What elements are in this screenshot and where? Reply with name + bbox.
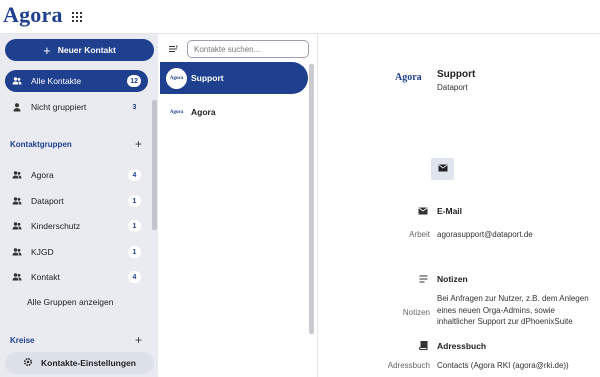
list-scrollbar[interactable] <box>309 64 314 334</box>
gear-icon <box>23 357 33 369</box>
contact-detail-panel: Agora Support Dataport E-Mail Arbeit ago… <box>318 34 600 377</box>
contact-avatar-logo: Agora <box>395 72 422 83</box>
new-contact-label: Neuer Kontakt <box>57 45 116 55</box>
app-header: Agora <box>0 0 600 34</box>
notes-section-title: Notizen <box>437 274 468 284</box>
group-icon <box>12 76 22 86</box>
sidebar-item-label: KJGD <box>31 247 54 257</box>
sidebar-item-label: Nicht gruppiert <box>31 102 87 112</box>
book-icon <box>418 341 428 351</box>
count-badge: 4 <box>128 271 141 283</box>
contact-list-item[interactable]: Agora Support <box>160 62 308 94</box>
group-icon <box>12 170 22 180</box>
count-badge: 3 <box>132 103 137 111</box>
app-logo[interactable]: Agora <box>3 2 63 28</box>
mail-icon <box>418 206 428 216</box>
contact-list-panel: Agora Support Agora Agora <box>158 34 318 377</box>
add-circle-icon[interactable]: + <box>135 333 142 347</box>
settings-label: Kontakte-Einstellungen <box>41 358 136 368</box>
sidebar-item-group[interactable]: Kontakt 4 <box>5 266 148 288</box>
toggle-list-icon[interactable] <box>168 44 178 54</box>
mail-icon <box>438 164 448 174</box>
group-icon <box>12 272 22 282</box>
count-badge: 1 <box>128 246 141 258</box>
count-badge: 1 <box>128 195 141 207</box>
sidebar-item-label: Kontakt <box>31 272 60 282</box>
search-input[interactable] <box>187 40 309 58</box>
send-email-button[interactable] <box>431 158 454 180</box>
new-contact-button[interactable]: + Neuer Kontakt <box>5 39 154 61</box>
group-icon <box>12 221 22 231</box>
sidebar: + Neuer Kontakt Alle Kontakte 12 Nicht g… <box>0 34 158 377</box>
plus-icon: + <box>43 42 51 58</box>
contact-organization: Dataport <box>437 83 468 92</box>
contact-groups-title: Kontaktgruppen <box>10 139 72 149</box>
notes-value: Bei Anfragen zur Nutzer, z.B. dem Anlege… <box>437 294 589 326</box>
email-section-title: E-Mail <box>437 206 463 216</box>
sidebar-item-ungrouped[interactable]: Nicht gruppiert 3 <box>5 96 148 118</box>
avatar: Agora <box>166 101 187 123</box>
circles-title: Kreise <box>10 335 35 345</box>
sidebar-item-all-contacts[interactable]: Alle Kontakte 12 <box>5 70 148 92</box>
addressbook-value: Contacts (Agora RKI (agora@rki.de)) <box>437 361 569 370</box>
show-all-groups-link[interactable]: Alle Gruppen anzeigen <box>27 297 113 307</box>
sidebar-item-label: Alle Kontakte <box>31 76 82 86</box>
circles-header: Kreise + <box>10 333 142 347</box>
contact-name-heading: Support <box>437 69 476 80</box>
email-value[interactable]: agorasupport@dataport.de <box>437 229 587 241</box>
sidebar-item-group[interactable]: KJGD 1 <box>5 241 148 263</box>
count-badge: 12 <box>127 75 141 87</box>
person-icon <box>12 102 22 112</box>
notes-icon <box>418 274 428 284</box>
sidebar-item-group[interactable]: Dataport 1 <box>5 190 148 212</box>
email-type-label: Arbeit <box>409 230 430 239</box>
sidebar-item-label: Dataport <box>31 196 64 206</box>
avatar: Agora <box>166 67 187 89</box>
addressbook-label: Adressbuch <box>387 361 430 370</box>
contact-list-item[interactable]: Agora Agora <box>160 96 308 128</box>
addressbook-section-title: Adressbuch <box>437 341 487 351</box>
contacts-settings-button[interactable]: Kontakte-Einstellungen <box>5 352 154 374</box>
sidebar-item-group[interactable]: Agora 4 <box>5 164 148 186</box>
group-icon <box>12 196 22 206</box>
count-badge: 1 <box>128 220 141 232</box>
sidebar-scrollbar[interactable] <box>152 100 157 230</box>
count-badge: 4 <box>128 169 141 181</box>
contact-name: Agora <box>191 107 216 117</box>
add-group-icon[interactable]: + <box>135 137 142 151</box>
group-icon <box>12 247 22 257</box>
app-grid-icon[interactable] <box>72 12 82 22</box>
contact-groups-header: Kontaktgruppen + <box>10 137 142 151</box>
sidebar-item-label: Kinderschutz <box>31 221 81 231</box>
notes-label: Notizen <box>402 308 430 317</box>
sidebar-item-group[interactable]: Kinderschutz 1 <box>5 215 148 237</box>
contact-name: Support <box>191 73 224 83</box>
sidebar-item-label: Agora <box>31 170 54 180</box>
